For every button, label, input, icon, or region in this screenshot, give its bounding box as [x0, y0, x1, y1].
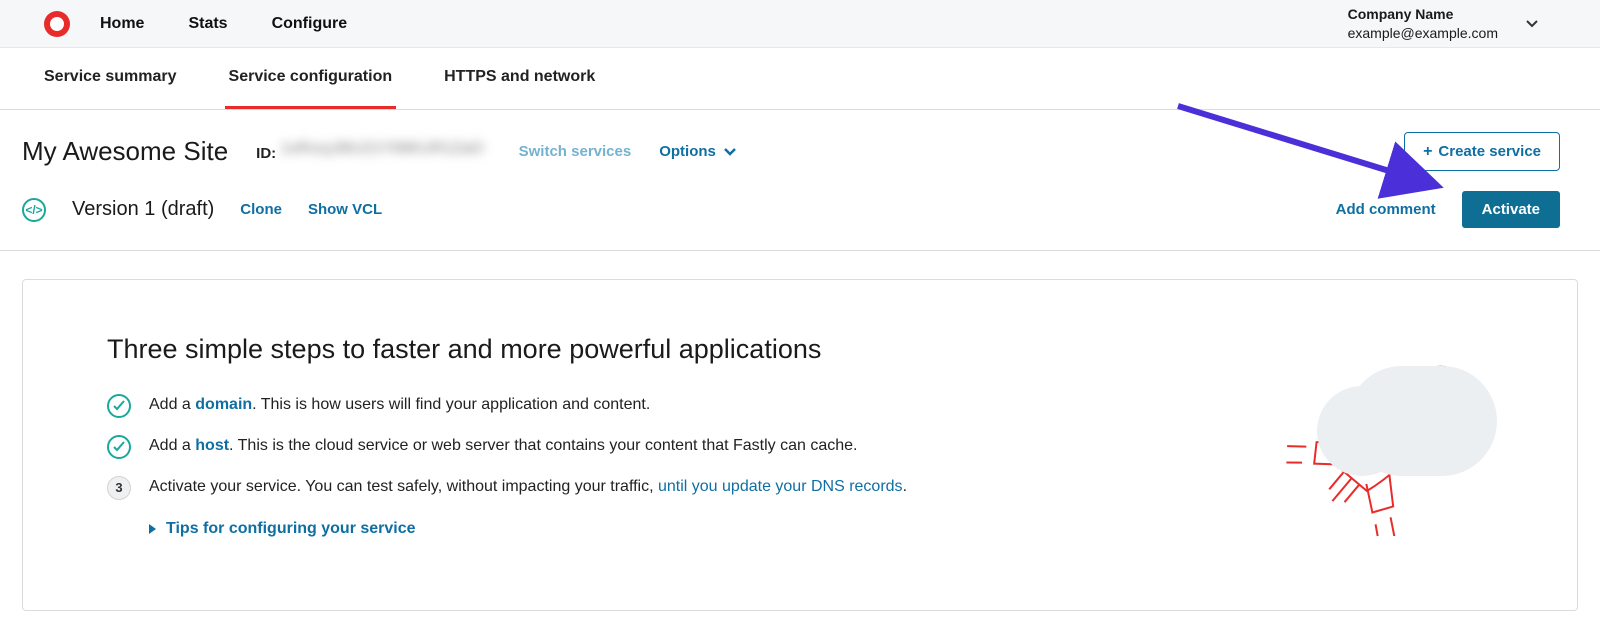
service-tabs: Service summary Service configuration HT… [0, 48, 1600, 110]
switch-services-link[interactable]: Switch services [519, 143, 632, 160]
host-link[interactable]: host [195, 437, 229, 454]
primary-nav: Home Stats Configure [100, 15, 347, 33]
chevron-down-icon [1526, 18, 1538, 30]
activate-button[interactable]: Activate [1462, 191, 1560, 228]
create-service-label: Create service [1438, 143, 1541, 160]
caret-right-icon [149, 524, 156, 534]
steps-list: Add a domain. This is how users will fin… [107, 393, 1237, 500]
step-2: Add a host. This is the cloud service or… [107, 434, 1237, 459]
service-title: My Awesome Site [22, 136, 228, 167]
account-menu[interactable]: Company Name example@example.com [1348, 5, 1578, 41]
tab-service-configuration[interactable]: Service configuration [225, 48, 397, 109]
account-email: example@example.com [1348, 24, 1498, 42]
version-bar: </> Version 1 (draft) Clone Show VCL Add… [0, 171, 1600, 251]
onboarding-card: Three simple steps to faster and more po… [22, 279, 1578, 611]
step-3: 3 Activate your service. You can test sa… [107, 475, 1237, 500]
service-id-label: ID: [256, 145, 276, 162]
rocket-illustration [1277, 336, 1497, 536]
version-label: Version 1 (draft) [72, 198, 214, 221]
card-heading: Three simple steps to faster and more po… [107, 334, 1237, 365]
service-header: My Awesome Site ID: 1oRxzy36U21Y99KUR1Za… [0, 110, 1600, 171]
nav-stats[interactable]: Stats [188, 15, 227, 33]
step-2-text: Add a host. This is the cloud service or… [149, 434, 858, 458]
options-menu[interactable]: Options [659, 143, 736, 160]
code-icon: </> [22, 198, 46, 222]
nav-home[interactable]: Home [100, 15, 144, 33]
create-service-button[interactable]: + Create service [1404, 132, 1560, 171]
tab-https-network[interactable]: HTTPS and network [440, 48, 599, 109]
brand-logo-icon [44, 11, 70, 37]
chevron-down-icon [724, 146, 736, 158]
account-company: Company Name [1348, 5, 1498, 23]
account-label: Company Name example@example.com [1348, 5, 1498, 41]
step-1-text: Add a domain. This is how users will fin… [149, 393, 650, 417]
dns-records-link[interactable]: until you update your DNS records [658, 478, 903, 495]
tips-toggle[interactable]: Tips for configuring your service [149, 520, 1237, 538]
step-3-text: Activate your service. You can test safe… [149, 475, 907, 499]
check-icon [107, 394, 131, 418]
clone-link[interactable]: Clone [240, 201, 282, 218]
step-1: Add a domain. This is how users will fin… [107, 393, 1237, 418]
domain-link[interactable]: domain [195, 396, 252, 413]
show-vcl-link[interactable]: Show VCL [308, 201, 382, 218]
tips-label: Tips for configuring your service [166, 520, 416, 538]
service-id-value: 1oRxzy36U21Y99KUR1ZaO [281, 140, 491, 158]
step-number-badge: 3 [107, 476, 131, 500]
tab-service-summary[interactable]: Service summary [40, 48, 181, 109]
plus-icon: + [1423, 144, 1432, 160]
add-comment-link[interactable]: Add comment [1336, 201, 1436, 218]
check-icon [107, 435, 131, 459]
service-id: ID: 1oRxzy36U21Y99KUR1ZaO [256, 140, 490, 163]
options-label: Options [659, 143, 716, 160]
nav-configure[interactable]: Configure [272, 15, 348, 33]
top-bar: Home Stats Configure Company Name exampl… [0, 0, 1600, 48]
